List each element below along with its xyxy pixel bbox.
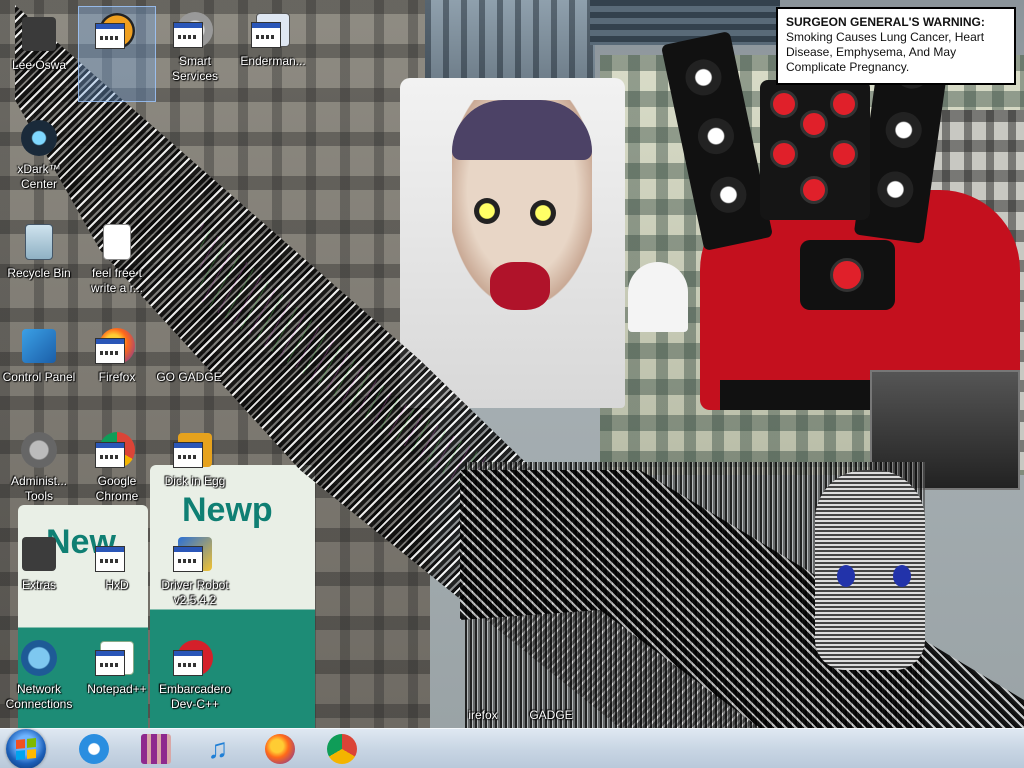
desktop-icon-firefox-ghost[interactable]: irefox <box>444 680 522 728</box>
desktop-icon-devcpp[interactable]: Embarcadero Dev-C++ <box>156 634 234 728</box>
broken-shortcut-icon <box>173 650 203 676</box>
gadgets-icon <box>167 324 211 368</box>
desktop-icon-feel-free[interactable]: feel free t write a r... <box>78 218 156 314</box>
admin-tools-icon <box>17 428 61 472</box>
driver-robot-icon <box>173 532 217 576</box>
taskbar-internet-explorer[interactable] <box>68 730 120 768</box>
recycle-bin-icon <box>17 220 61 264</box>
desktop-icon-extras[interactable]: Extras <box>0 530 78 626</box>
broken-shortcut-icon <box>173 442 203 468</box>
broken-shortcut-icon <box>95 338 125 364</box>
music-note-icon: ♫ <box>207 732 229 764</box>
chrome-icon <box>327 733 357 764</box>
glitch-face <box>815 470 925 670</box>
desktop-icon-label: GO GADGE <box>156 370 222 384</box>
notepad-plus-icon <box>95 636 139 680</box>
desktop-icon-label: irefox <box>468 708 498 722</box>
firefox-icon <box>95 324 139 368</box>
app-window-icon <box>251 8 295 52</box>
taskbar-firefox[interactable] <box>254 730 306 768</box>
desktop-icon-label: Network Connections <box>5 682 73 711</box>
wallpaper-eye-left <box>474 198 500 224</box>
text-file-icon <box>95 220 139 264</box>
folder-icon <box>17 532 61 576</box>
desktop-icon-notepad-plus[interactable]: Notepad++ <box>78 634 156 728</box>
taskbar-chrome[interactable] <box>316 730 368 768</box>
desktop-icon-recycle-bin[interactable]: Recycle Bin <box>0 218 78 314</box>
desktop-icon-label: Recycle Bin <box>7 266 71 280</box>
desktop-icon-label: Embarcadero Dev-C++ <box>158 682 232 711</box>
desktop-icon-network-connections[interactable]: Network Connections <box>0 634 78 728</box>
wallpaper-building-top <box>590 0 780 45</box>
warning-body: Smoking Causes Lung Cancer, Heart Diseas… <box>786 30 985 74</box>
desktop-icon-label: GADGE <box>529 708 573 722</box>
desktop-icon-label: xDark™ Center <box>17 162 61 191</box>
taskbar-itunes[interactable]: ♫ <box>192 730 244 768</box>
desktop-icon-label: Firefox <box>98 370 136 384</box>
surgeon-general-warning: SURGEON GENERAL'S WARNING: Smoking Cause… <box>776 7 1016 85</box>
desktop-icon-label: Enderman... <box>240 54 306 68</box>
desktop-icon-lee-oswa[interactable]: Lee Oswa <box>0 10 78 106</box>
broken-shortcut-icon <box>95 442 125 468</box>
desktop-icon-label: Notepad++ <box>87 682 147 696</box>
desktop-icon-label: feel free t write a r... <box>90 266 143 295</box>
chrome-icon <box>95 428 139 472</box>
windows-logo-icon <box>16 737 36 760</box>
hex-editor-icon <box>95 532 139 576</box>
devcpp-icon <box>173 636 217 680</box>
warning-heading: SURGEON GENERAL'S WARNING: <box>786 15 985 29</box>
broken-shortcut-icon <box>95 546 125 572</box>
wallpaper-speakerman-head <box>760 80 870 220</box>
app-icon <box>173 428 217 472</box>
desktop-icon-admin-tools[interactable]: Administ... Tools <box>0 426 78 522</box>
taskbar: ♫ <box>0 728 1024 768</box>
broken-shortcut-icon <box>173 546 203 572</box>
network-icon <box>17 636 61 680</box>
desktop-icon-google-chrome[interactable]: Google Chrome <box>78 426 156 522</box>
taskbar-winrar[interactable] <box>130 730 182 768</box>
dark-center-icon <box>17 116 61 160</box>
wallpaper-small-toilet <box>628 262 688 332</box>
desktop-icon-label: Driver Robot v2.5.4.2 <box>161 578 229 607</box>
desktop-icon-enderman[interactable]: Enderman... <box>234 6 312 102</box>
desktop-icon-label: Control Panel <box>2 370 76 384</box>
desktop: New Newp SURGEON GENERAL'S WARNING: Smok… <box>0 0 1024 728</box>
gear-services-icon <box>173 8 217 52</box>
desktop-icon-firefox[interactable]: Firefox <box>78 322 156 418</box>
desktop-icon-label: Google Chrome <box>95 474 139 503</box>
broken-shortcut-icon <box>173 22 203 48</box>
broken-shortcut-icon <box>95 650 125 676</box>
desktop-icon-label: Extras <box>21 578 56 592</box>
desktop-icon-label: Smart Services <box>171 54 218 83</box>
broken-shortcut-icon <box>95 23 125 49</box>
wallpaper-mouth <box>490 262 550 310</box>
desktop-icon-gadgets[interactable]: GO GADGE <box>150 322 228 418</box>
firefox-icon <box>265 733 295 764</box>
wallpaper-chest-speaker <box>800 240 895 310</box>
winrar-icon <box>141 733 171 764</box>
desktop-icon-gadgets-ghost[interactable]: GADGE <box>512 680 590 728</box>
desktop-icon-label: HxD <box>105 578 129 592</box>
internet-explorer-icon <box>79 733 109 764</box>
control-panel-icon <box>17 324 61 368</box>
desktop-icon-smart-services[interactable]: Smart Services <box>156 6 234 102</box>
half-life-icon <box>95 9 139 53</box>
desktop-icon-label: Administ... Tools <box>10 474 67 503</box>
desktop-icon-driver-robot[interactable]: Driver Robot v2.5.4.2 <box>156 530 234 626</box>
desktop-icon-label: Dick in Egg <box>164 474 226 488</box>
start-button[interactable] <box>6 728 46 768</box>
wallpaper-hair <box>452 100 592 160</box>
user-folder-icon <box>17 12 61 56</box>
wallpaper-building-mid <box>425 0 595 90</box>
desktop-icon-xdark-center[interactable]: xDark™ Center <box>0 114 78 210</box>
desktop-icon-control-panel[interactable]: Control Panel <box>0 322 78 418</box>
broken-shortcut-icon <box>251 22 281 48</box>
desktop-icon-hxd[interactable]: HxD <box>78 530 156 626</box>
desktop-icon-half-life[interactable] <box>78 6 156 102</box>
wallpaper-eye-right <box>530 200 556 226</box>
desktop-icon-dick-in-egg[interactable]: Dick in Egg <box>156 426 234 522</box>
desktop-icon-label: Lee Oswa <box>11 58 67 72</box>
